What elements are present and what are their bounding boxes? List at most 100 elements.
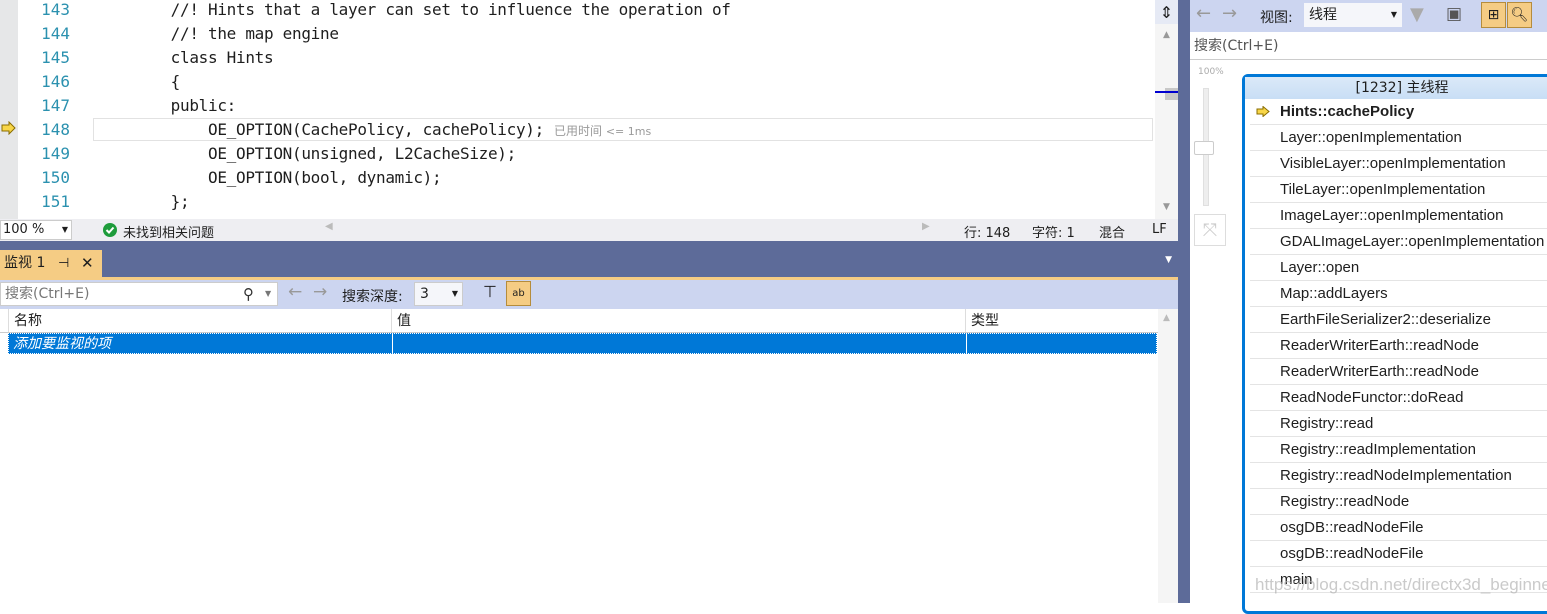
stack-frame[interactable]: ReadNodeFunctor::doRead — [1250, 385, 1547, 411]
stack-frame[interactable]: ReaderWriterEarth::readNode — [1250, 359, 1547, 385]
breakpoint-margin[interactable] — [0, 0, 18, 219]
forward-arrow-icon[interactable]: → — [313, 282, 327, 302]
hex-display-toggle[interactable]: ab — [506, 281, 531, 306]
add-watch-placeholder[interactable]: 添加要监视的项 — [9, 336, 111, 352]
stack-frame[interactable]: ImageLayer::openImplementation — [1250, 203, 1547, 229]
forward-arrow-icon[interactable]: → — [1222, 3, 1237, 24]
column-value[interactable]: 值 — [391, 309, 965, 332]
frame-label: ReaderWriterEarth::readNode — [1280, 337, 1479, 354]
frame-label: EarthFileSerializer2::deserialize — [1280, 311, 1491, 328]
frame-label: Registry::readNode — [1280, 493, 1410, 510]
zoom-level-label: 100% — [1198, 67, 1224, 77]
close-icon[interactable]: ✕ — [81, 250, 94, 277]
code-editor[interactable]: 143 //! Hints that a layer can set to in… — [0, 0, 1155, 219]
pin-icon[interactable]: ⊣ — [58, 250, 69, 277]
watch-vertical-scrollbar[interactable]: ▲ — [1158, 309, 1178, 603]
stack-frame[interactable]: Registry::readImplementation — [1250, 437, 1547, 463]
line-indicator[interactable]: 行: 148 — [964, 222, 1010, 241]
stack-frame[interactable]: Hints::cachePolicy — [1250, 99, 1547, 125]
mode-indicator[interactable]: 混合 — [1099, 222, 1125, 241]
code-text: OE_OPTION(bool, dynamic); — [96, 168, 442, 187]
window-icon[interactable]: ▣ — [1446, 4, 1462, 24]
code-line[interactable]: public: — [96, 94, 237, 118]
thread-stack-box[interactable]: [1232] 主线程 Hints::cachePolicyLayer::open… — [1242, 74, 1547, 614]
code-line[interactable]: OE_OPTION(unsigned, L2CacheSize); — [96, 142, 516, 166]
eol-indicator[interactable]: LF — [1152, 222, 1167, 237]
fit-view-icon[interactable]: ⤧ — [1194, 214, 1226, 246]
chevron-down-icon: ▼ — [61, 225, 68, 234]
frame-label: Registry::read — [1280, 415, 1374, 432]
column-type[interactable]: 类型 — [965, 309, 1158, 332]
scroll-left-icon[interactable]: ◀ — [325, 221, 333, 232]
search-depth-dropdown[interactable]: 3 ▼ — [414, 282, 463, 306]
editor-vertical-scrollbar[interactable]: ⇕ ▲ ▼ — [1155, 0, 1178, 219]
frame-label: VisibleLayer::openImplementation — [1280, 155, 1506, 172]
issues-status[interactable]: 未找到相关问题 — [123, 222, 214, 241]
chevron-down-icon[interactable]: ▼ — [265, 283, 271, 305]
tab-watch-1[interactable]: 监视 1 ⊣ ✕ — [0, 250, 102, 277]
search-placeholder: 搜索(Ctrl+E) — [1194, 38, 1279, 54]
window-dropdown-icon[interactable]: ▼ — [1165, 255, 1172, 265]
stack-frame[interactable]: osgDB::readNodeFile — [1250, 515, 1547, 541]
search-icon[interactable]: ⚲ — [243, 283, 254, 305]
chevron-down-icon: ▼ — [451, 289, 458, 298]
stack-frame[interactable]: TileLayer::openImplementation — [1250, 177, 1547, 203]
code-line[interactable]: class Hints — [96, 46, 274, 70]
back-arrow-icon[interactable]: ← — [288, 282, 302, 302]
auto-scroll-toggle[interactable]: 🔍︎ — [1507, 2, 1532, 28]
filter-icon[interactable]: ▼ — [1410, 4, 1424, 25]
frame-label: osgDB::readNodeFile — [1280, 519, 1424, 536]
watch-search-input[interactable]: 搜索(Ctrl+E) ⚲ ▼ — [0, 282, 278, 306]
code-line[interactable]: { — [96, 70, 181, 94]
code-line[interactable]: }; — [96, 190, 190, 214]
perf-tip[interactable]: 已用时间 <= 1ms — [554, 124, 651, 138]
stack-frame[interactable]: osgDB::readNodeFile — [1250, 541, 1547, 567]
code-text: class Hints — [96, 48, 274, 67]
scroll-up-icon[interactable]: ▲ — [1163, 313, 1170, 323]
stack-frame[interactable]: Registry::readNode — [1250, 489, 1547, 515]
search-placeholder: 搜索(Ctrl+E) — [5, 286, 90, 302]
back-arrow-icon[interactable]: ← — [1196, 3, 1211, 24]
add-watch-row[interactable]: 添加要监视的项 — [8, 333, 1157, 354]
code-line[interactable]: OE_OPTION(CachePolicy, cachePolicy); 已用时间… — [96, 118, 651, 144]
filter-pin-icon[interactable]: ⊤ — [483, 282, 497, 301]
stack-frame[interactable]: Layer::open — [1250, 255, 1547, 281]
view-dropdown[interactable]: 线程 ▼ — [1304, 3, 1402, 27]
thread-header[interactable]: [1232] 主线程 — [1245, 77, 1547, 99]
zoom-dropdown[interactable]: 100 % ▼ — [0, 220, 72, 240]
code-line[interactable]: //! Hints that a layer can set to influe… — [96, 0, 731, 22]
stack-frame[interactable]: Registry::readNodeImplementation — [1250, 463, 1547, 489]
editor-status-bar: 100 % ▼ 未找到相关问题 ◀ ▶ 行: 148 字符: 1 混合 LF — [0, 219, 1178, 241]
diagram-icon: ⊞ — [1487, 7, 1500, 23]
stack-frame[interactable]: EarthFileSerializer2::deserialize — [1250, 307, 1547, 333]
stack-frame[interactable]: GDALImageLayer::openImplementation — [1250, 229, 1547, 255]
line-number: 149 — [41, 144, 70, 163]
watch-table-header: 名称 值 类型 — [0, 309, 1158, 333]
scroll-up-icon[interactable]: ▲ — [1155, 28, 1178, 42]
line-number: 146 — [41, 72, 70, 91]
stack-frame[interactable]: Map::addLayers — [1250, 281, 1547, 307]
code-text: //! Hints that a layer can set to influe… — [96, 0, 731, 19]
split-icon[interactable]: ⇕ — [1155, 0, 1178, 24]
frame-label: Registry::readNodeImplementation — [1280, 467, 1512, 484]
stack-frame[interactable]: ReaderWriterEarth::readNode — [1250, 333, 1547, 359]
zoom-slider-thumb[interactable] — [1194, 141, 1214, 155]
perf-tip-value: <= 1ms — [605, 125, 652, 138]
scroll-down-icon[interactable]: ▼ — [1155, 200, 1178, 214]
callstack-search-input[interactable]: 搜索(Ctrl+E) — [1190, 32, 1547, 60]
code-line[interactable]: OE_OPTION(bool, dynamic); — [96, 166, 442, 190]
view-value: 线程 — [1309, 7, 1337, 23]
frame-label: osgDB::readNodeFile — [1280, 545, 1424, 562]
stack-frame[interactable]: Layer::openImplementation — [1250, 125, 1547, 151]
method-view-toggle[interactable]: ⊞ — [1481, 2, 1506, 28]
stack-frame[interactable]: VisibleLayer::openImplementation — [1250, 151, 1547, 177]
scroll-thumb[interactable] — [1165, 88, 1178, 100]
char-indicator[interactable]: 字符: 1 — [1032, 222, 1075, 241]
column-name[interactable]: 名称 — [8, 309, 391, 332]
frame-label: Hints::cachePolicy — [1280, 103, 1415, 120]
line-number: 147 — [41, 96, 70, 115]
stack-frame[interactable]: Registry::read — [1250, 411, 1547, 437]
scroll-right-icon[interactable]: ▶ — [922, 221, 930, 232]
code-line[interactable]: //! the map engine — [96, 22, 339, 46]
panel-splitter[interactable] — [1178, 0, 1190, 603]
